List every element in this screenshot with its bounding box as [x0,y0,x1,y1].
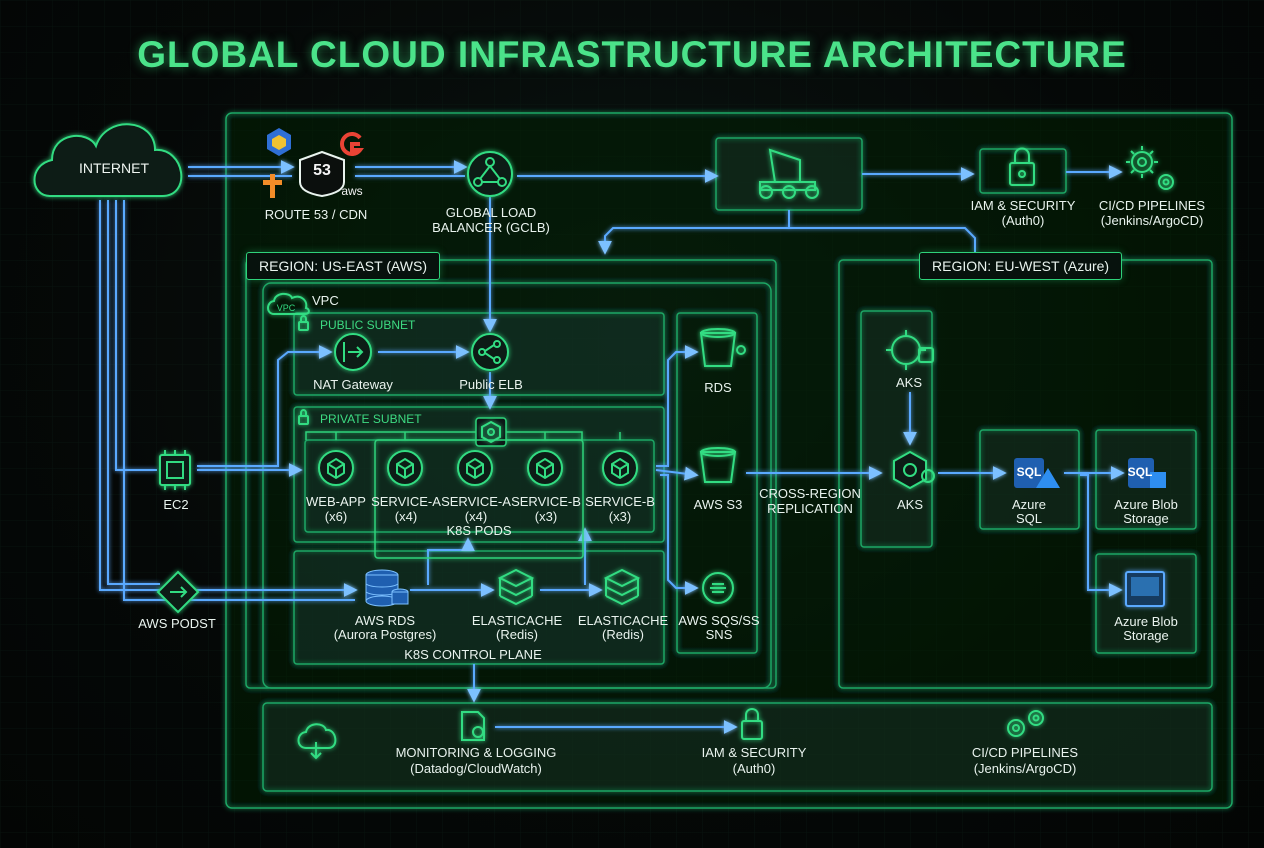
azure-blob-storage-icon [1125,571,1165,607]
aws-s3-label: AWS S3 [693,497,743,512]
blob-1-line2: Storage [1123,511,1169,526]
glb-network-icon [467,151,513,197]
nat-gateway-icon [334,333,372,371]
ec2-label: EC2 [163,497,189,512]
blob-1-line1: Azure Blob [1114,497,1178,512]
iam-top-line2: (Auth0) [1001,213,1045,228]
aws-rds-line1: AWS RDS [354,613,416,628]
pod-1-count: (x6) [324,509,348,524]
private-subnet-label: PRIVATE SUBNET [320,412,422,426]
pod-2-name: SERVICE-A [371,494,441,509]
blob-2-line2: Storage [1123,628,1169,643]
pod-icon-4 [527,450,563,486]
footer-cicd-line2: (Jenkins/ArgoCD) [973,761,1077,776]
public-subnet-lock-icon [298,315,309,331]
sql-badge: SQL [1016,465,1042,479]
elasticache-icon-2 [603,568,641,606]
page-title: GLOBAL CLOUD INFRASTRUCTURE ARCHITECTURE [137,34,1127,75]
aws-post-icon [156,570,200,614]
architecture-diagram [0,0,1264,848]
public-elb-icon [471,333,509,371]
aws-services-column [676,312,758,654]
aks-top-icon [886,330,934,370]
pod-4-name: SERVICE-B [511,494,581,509]
vpc-badge: VPC [276,303,296,313]
aks-bottom-icon [893,450,935,490]
pod-3-count: (x4) [464,509,488,524]
footer-lock-icon [741,708,763,740]
iam-top-box [979,148,1067,194]
s3-bucket-icon [699,447,737,483]
rds-label: RDS [704,380,732,395]
region-us-east-label: REGION: US-EAST (AWS) [246,252,441,280]
elasticache-1-line1: ELASTICACHE [471,613,563,628]
pod-5-count: (x3) [608,509,632,524]
monitoring-line2: (Datadog/CloudWatch) [410,761,542,776]
elasticache-1-line2: (Redis) [496,627,538,642]
sqs-icon [702,572,734,604]
pod-5-name: SERVICE-B [585,494,655,509]
iam-top-line1: IAM & SECURITY [970,198,1076,213]
azure-sql-line2: SQL [1015,511,1043,526]
lock-icon [1009,147,1035,186]
k8s-hub-icon [481,420,501,444]
aws-post-label: AWS PODST [138,616,216,631]
elasticache-icon-1 [497,568,535,606]
cdn-truck-icon [759,148,819,199]
aks-bottom-label: AKS [896,497,924,512]
cicd-top-line1: CI/CD PIPELINES [1098,198,1206,213]
footer-iam-line2: (Auth0) [732,761,776,776]
cloudflare-logo-icon [270,174,275,198]
private-subnet-lock-icon [298,409,309,425]
cicd-top-line2: (Jenkins/ArgoCD) [1100,213,1204,228]
monitoring-cloud-icon [297,723,337,760]
sqs-line2: SNS [705,627,733,642]
pod-icon-1 [318,450,354,486]
footer-gear-icon [1007,710,1044,737]
aks-top-label: AKS [895,375,923,390]
aws-rds-db-icon [365,569,409,607]
vpc-label: VPC [312,293,339,308]
gear-icon [1126,146,1174,190]
k8s-control-plane-label: K8S CONTROL PLANE [404,647,542,662]
azure-sql-line1: Azure [1012,497,1046,512]
route53-label: ROUTE 53 / CDN [264,207,368,222]
footer-iam-line1: IAM & SECURITY [701,745,807,760]
k8s-pods-label: K8S PODS [446,523,512,538]
aws-rds-line2: (Aurora Postgres) [333,627,437,642]
nat-gateway-label: NAT Gateway [313,377,393,392]
route53-badge: 53 [313,162,331,179]
cdn-box [715,137,863,211]
pod-1-name: WEB-APP [306,494,366,509]
monitoring-line1: MONITORING & LOGGING [395,745,557,760]
aws-logo-text: aws [341,184,363,198]
pod-icon-5 [602,450,638,486]
public-elb-label: Public ELB [459,377,523,392]
elasticache-2-line2: (Redis) [602,627,644,642]
pod-4-count: (x3) [534,509,558,524]
footer-cicd-line1: CI/CD PIPELINES [971,745,1079,760]
cross-region-line2: REPLICATION [767,501,853,516]
rds-bucket-icon [699,328,746,367]
pod-2-count: (x4) [394,509,418,524]
cross-region-line1: CROSS-REGION [759,486,861,501]
sqs-line1: AWS SQS/SS [678,613,760,628]
glb-label-line1: GLOBAL LOAD [445,205,537,220]
outer-frame [225,112,1233,809]
cloudflare-logo-bar-icon [263,180,282,185]
blob-2-line1: Azure Blob [1114,614,1178,629]
monitoring-icon [461,711,485,741]
pod-icon-3 [457,450,493,486]
elasticache-2-line1: ELASTICACHE [577,613,669,628]
region-eu-west-label: REGION: EU-WEST (Azure) [919,252,1123,280]
gcp-logo-icon [267,128,291,156]
blob-sql-badge: SQL [1127,465,1153,479]
ec2-chip-icon [159,450,191,490]
google-logo-icon [340,132,365,156]
internet-label: INTERNET [79,160,149,176]
glb-label-line2: BALANCER (GCLB) [432,220,550,235]
pod-3-name: SERVICE-A [441,494,511,509]
public-subnet-label: PUBLIC SUBNET [320,318,416,332]
pod-icon-2 [387,450,423,486]
